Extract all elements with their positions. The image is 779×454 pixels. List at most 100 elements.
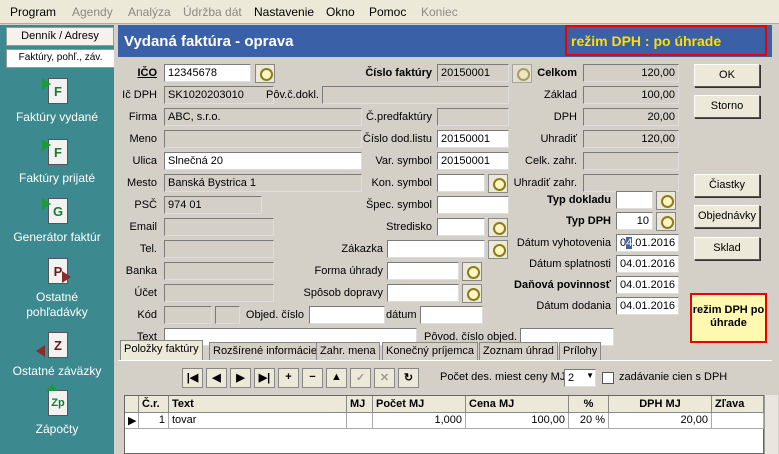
sidebar-tab-dennik[interactable]: Denník / Adresy (6, 27, 114, 46)
menu-okno[interactable]: Okno (326, 5, 355, 19)
refresh-icon[interactable]: ↻ (398, 368, 419, 388)
confirm-icon[interactable]: ✓ (350, 368, 371, 388)
ic-dph-field[interactable]: SK1020203010 (164, 86, 274, 104)
kod-field[interactable] (164, 306, 212, 324)
objed-cislo-field[interactable] (309, 306, 385, 324)
typ-dph-field[interactable]: 10 (616, 212, 653, 230)
last-record-icon[interactable]: ▶| (254, 368, 275, 388)
datum-splatnosti-field[interactable]: 04.01.2016 (616, 255, 679, 273)
menu-koniec[interactable]: Koniec (421, 5, 458, 19)
prev-record-icon[interactable]: ◀ (206, 368, 227, 388)
delete-row-icon[interactable]: − (302, 368, 323, 388)
typ-dokladu-lookup-icon[interactable] (656, 191, 676, 210)
menu-agendy[interactable]: Agendy (72, 5, 113, 19)
tab-prilohy[interactable]: Prílohy (559, 342, 602, 360)
table-header[interactable]: % (569, 396, 609, 413)
kon-symbol-field[interactable] (437, 174, 485, 192)
sidebar-item-faktury-prijate[interactable]: F Faktúry prijaté (0, 137, 114, 186)
mesto-field[interactable]: Banská Bystrica 1 (164, 174, 362, 192)
table-header[interactable]: Počet MJ (373, 396, 466, 413)
pov-c-dokl-field[interactable] (322, 86, 509, 104)
tab-rozsirene-informacie[interactable]: Rozšírené informácie (209, 342, 321, 360)
ico-lookup-icon[interactable] (255, 64, 275, 83)
table-header[interactable]: Text (169, 396, 347, 413)
table-cell[interactable]: 1 (139, 413, 169, 429)
tab-polozky-faktury[interactable]: Položky faktúry (120, 340, 203, 360)
menu-program[interactable]: Program (10, 5, 56, 19)
banka-field[interactable] (164, 262, 274, 280)
sposob-dopravy-field[interactable] (387, 284, 459, 302)
stredisko-label: Stredisko (386, 221, 432, 233)
zakazka-field[interactable] (387, 240, 485, 258)
sidebar-item-ostatne-pohladavky[interactable]: P Ostatné pohľadávky (0, 256, 114, 320)
add-row-icon[interactable]: + (278, 368, 299, 388)
typ-dph-lookup-icon[interactable] (656, 212, 676, 231)
menu-udrzba-dat[interactable]: Údržba dát (183, 5, 242, 19)
objednavky-button[interactable]: Objednávky (694, 205, 760, 228)
table-cell[interactable] (347, 413, 373, 429)
table-cell[interactable]: 20,00 (609, 413, 712, 429)
ulica-field[interactable]: Slnečná 20 (164, 152, 362, 170)
c-predfaktury-field[interactable] (437, 108, 509, 126)
sidebar-item-faktury-vydane[interactable]: F Faktúry vydané (0, 76, 114, 125)
table-cell[interactable]: 100,00 (466, 413, 569, 429)
table-cell[interactable]: tovar (169, 413, 347, 429)
table-header[interactable]: MJ (347, 396, 373, 413)
sklad-button[interactable]: Sklad (694, 237, 760, 260)
table-header[interactable]: Cena MJ (466, 396, 569, 413)
forma-uhrady-field[interactable] (387, 262, 459, 280)
datum-dodania-field[interactable]: 04.01.2016 (616, 297, 679, 315)
menu-nastavenie[interactable]: Nastavenie (254, 5, 314, 19)
datum-field[interactable] (420, 306, 483, 324)
ucet-field[interactable] (164, 284, 274, 302)
stredisko-lookup-icon[interactable] (488, 218, 508, 237)
forma-uhrady-lookup-icon[interactable] (462, 262, 482, 281)
stredisko-field[interactable] (437, 218, 485, 236)
banka-label: Banka (125, 265, 157, 277)
ok-button[interactable]: OK (694, 64, 760, 87)
vat-prices-checkbox[interactable] (602, 372, 614, 384)
table-header[interactable]: Zľava (712, 396, 764, 413)
ic-dph-label: Ič DPH (122, 89, 157, 101)
cislo-dod-listu-field[interactable]: 20150001 (437, 130, 509, 148)
sidebar-item-generator-faktur[interactable]: G Generátor faktúr (0, 196, 114, 245)
table-cell[interactable]: 20 % (569, 413, 609, 429)
table-header[interactable]: Č.r. (139, 396, 169, 413)
sidebar-tab-faktury[interactable]: Faktúry, pohľ., záv. (6, 49, 114, 68)
menu-pomoc[interactable]: Pomoc (369, 5, 406, 19)
tab-zoznam-uhrad[interactable]: Zoznam úhrad (479, 342, 558, 360)
ico-field[interactable]: 12345678 (164, 64, 251, 82)
first-record-icon[interactable]: |◀ (182, 368, 203, 388)
table-scrollbar[interactable] (764, 395, 778, 454)
spec-symbol-field[interactable] (437, 196, 509, 214)
received-invoices-icon: F (42, 137, 72, 167)
sidebar-item-ostatne-zavazky[interactable]: Z Ostatné záväzky (0, 330, 114, 379)
table-cell[interactable]: 1,000 (373, 413, 466, 429)
tab-zahr-mena[interactable]: Zahr. mena (316, 342, 380, 360)
table-header[interactable]: DPH MJ (609, 396, 712, 413)
table-cell[interactable] (712, 413, 764, 429)
danova-povinnost-field[interactable]: 04.01.2016 (616, 276, 679, 294)
cislo-faktury-field[interactable]: 20150001 (437, 64, 509, 82)
menu-analyza[interactable]: Analýza (128, 5, 171, 19)
danova-povinnost-label: Daňová povinnosť (514, 279, 611, 291)
psc-field[interactable]: 974 01 (164, 196, 262, 214)
datum-vyhotovenia-field[interactable]: 04.01.2016 (616, 234, 679, 252)
sidebar-item-zapocty[interactable]: Zp Zápočty (0, 384, 114, 437)
kod-field-2[interactable] (215, 306, 240, 324)
sposob-dopravy-lookup-icon[interactable] (462, 284, 482, 303)
chevron-down-icon[interactable]: ▼ (580, 371, 594, 380)
ciastky-button[interactable]: Čiastky (694, 174, 760, 197)
kon-symbol-lookup-icon[interactable] (488, 174, 508, 193)
tel-field[interactable] (164, 240, 274, 258)
tab-konecny-prijemca[interactable]: Konečný príjemca (382, 342, 479, 360)
cancel-icon[interactable]: ✕ (374, 368, 395, 388)
next-record-icon[interactable]: ▶ (230, 368, 251, 388)
var-symbol-field[interactable]: 20150001 (437, 152, 509, 170)
email-field[interactable] (164, 218, 274, 236)
firma-field[interactable]: ABC, s.r.o. (164, 108, 362, 126)
typ-dokladu-field[interactable] (616, 191, 653, 209)
meno-field[interactable] (164, 130, 362, 148)
storno-button[interactable]: Storno (694, 95, 760, 118)
edit-row-icon[interactable]: ▲ (326, 368, 347, 388)
